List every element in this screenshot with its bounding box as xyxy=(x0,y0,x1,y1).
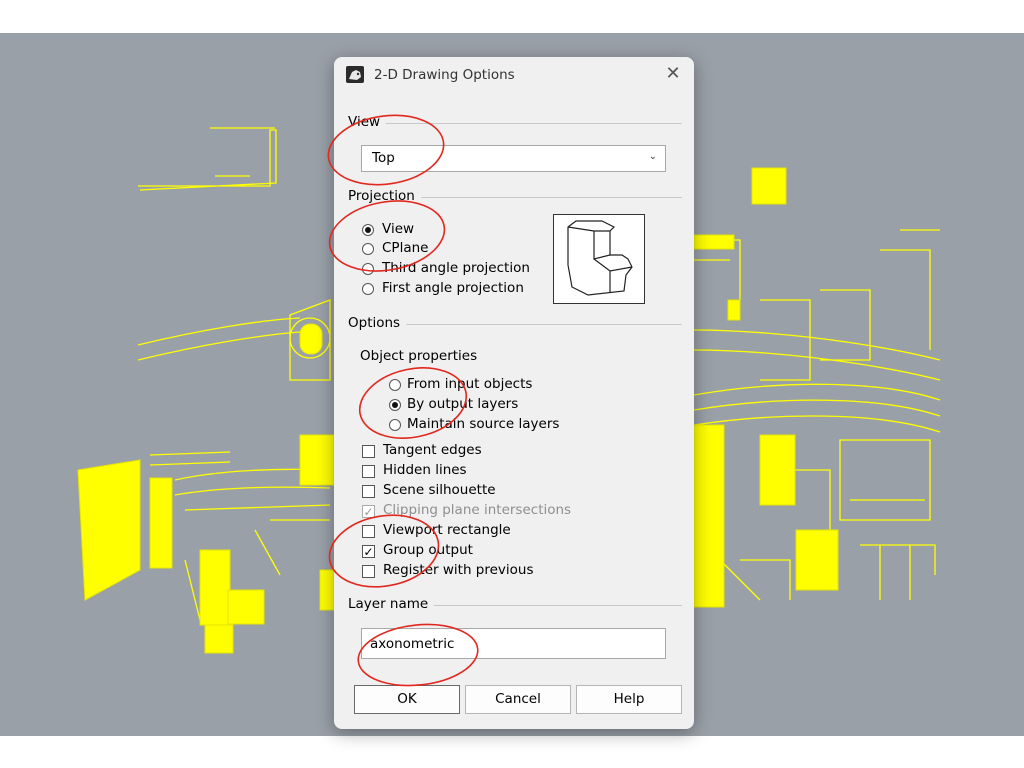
projection-first-angle-radio[interactable] xyxy=(362,283,374,295)
view-group-label: View xyxy=(348,114,387,130)
close-icon[interactable]: ✕ xyxy=(662,63,684,85)
viewport-rectangle-label: Viewport rectangle xyxy=(383,522,511,538)
projection-view-radio[interactable] xyxy=(362,224,374,236)
group-output-checkbox[interactable]: ✓ xyxy=(362,545,375,558)
by-output-layers-radio[interactable] xyxy=(389,399,401,411)
projection-view-label: View xyxy=(382,221,415,237)
maintain-source-layers-radio[interactable] xyxy=(389,419,401,431)
from-input-objects-radio[interactable] xyxy=(389,379,401,391)
clipping-plane-intersections-checkbox: ✓ xyxy=(362,505,375,519)
ok-button[interactable]: OK xyxy=(354,685,460,714)
projection-cplane-radio[interactable] xyxy=(362,243,374,255)
hidden-lines-label: Hidden lines xyxy=(383,462,467,478)
by-output-layers-label: By output layers xyxy=(407,396,519,412)
scene-silhouette-label: Scene silhouette xyxy=(383,482,496,498)
projection-third-angle-radio[interactable] xyxy=(362,263,374,275)
chevron-down-icon: ⌄ xyxy=(648,151,657,162)
maintain-source-layers-label: Maintain source layers xyxy=(407,416,560,432)
object-properties-label: Object properties xyxy=(360,348,478,364)
scene-silhouette-checkbox[interactable] xyxy=(362,485,375,498)
options-group-label: Options xyxy=(348,315,407,331)
tangent-edges-checkbox[interactable] xyxy=(362,445,375,458)
projection-third-angle-label: Third angle projection xyxy=(382,260,530,276)
register-with-previous-checkbox[interactable] xyxy=(362,565,375,578)
projection-preview-shape-icon xyxy=(567,220,633,296)
projection-cplane-label: CPlane xyxy=(382,240,429,256)
clipping-plane-intersections-label: Clipping plane intersections xyxy=(383,502,572,518)
projection-first-angle-label: First angle projection xyxy=(382,280,524,296)
drawing-options-dialog: 2-D Drawing Options ✕ View Top ⌄ Project… xyxy=(334,57,694,729)
dialog-title: 2-D Drawing Options xyxy=(374,67,515,83)
from-input-objects-label: From input objects xyxy=(407,376,533,392)
cancel-button[interactable]: Cancel xyxy=(465,685,571,714)
hidden-lines-checkbox[interactable] xyxy=(362,465,375,478)
tangent-edges-label: Tangent edges xyxy=(383,442,482,458)
group-output-label: Group output xyxy=(383,542,473,558)
view-group-divider xyxy=(348,123,682,124)
projection-group-label: Projection xyxy=(348,188,421,204)
view-dropdown-value: Top xyxy=(372,150,395,166)
help-button[interactable]: Help xyxy=(576,685,682,714)
layer-name-group-label: Layer name xyxy=(348,596,435,612)
rhino-icon xyxy=(346,66,364,83)
projection-preview xyxy=(553,214,645,304)
register-with-previous-label: Register with previous xyxy=(383,562,534,578)
viewport-rectangle-checkbox[interactable] xyxy=(362,525,375,538)
layer-name-input[interactable] xyxy=(361,628,666,659)
view-dropdown[interactable]: Top ⌄ xyxy=(361,145,666,172)
